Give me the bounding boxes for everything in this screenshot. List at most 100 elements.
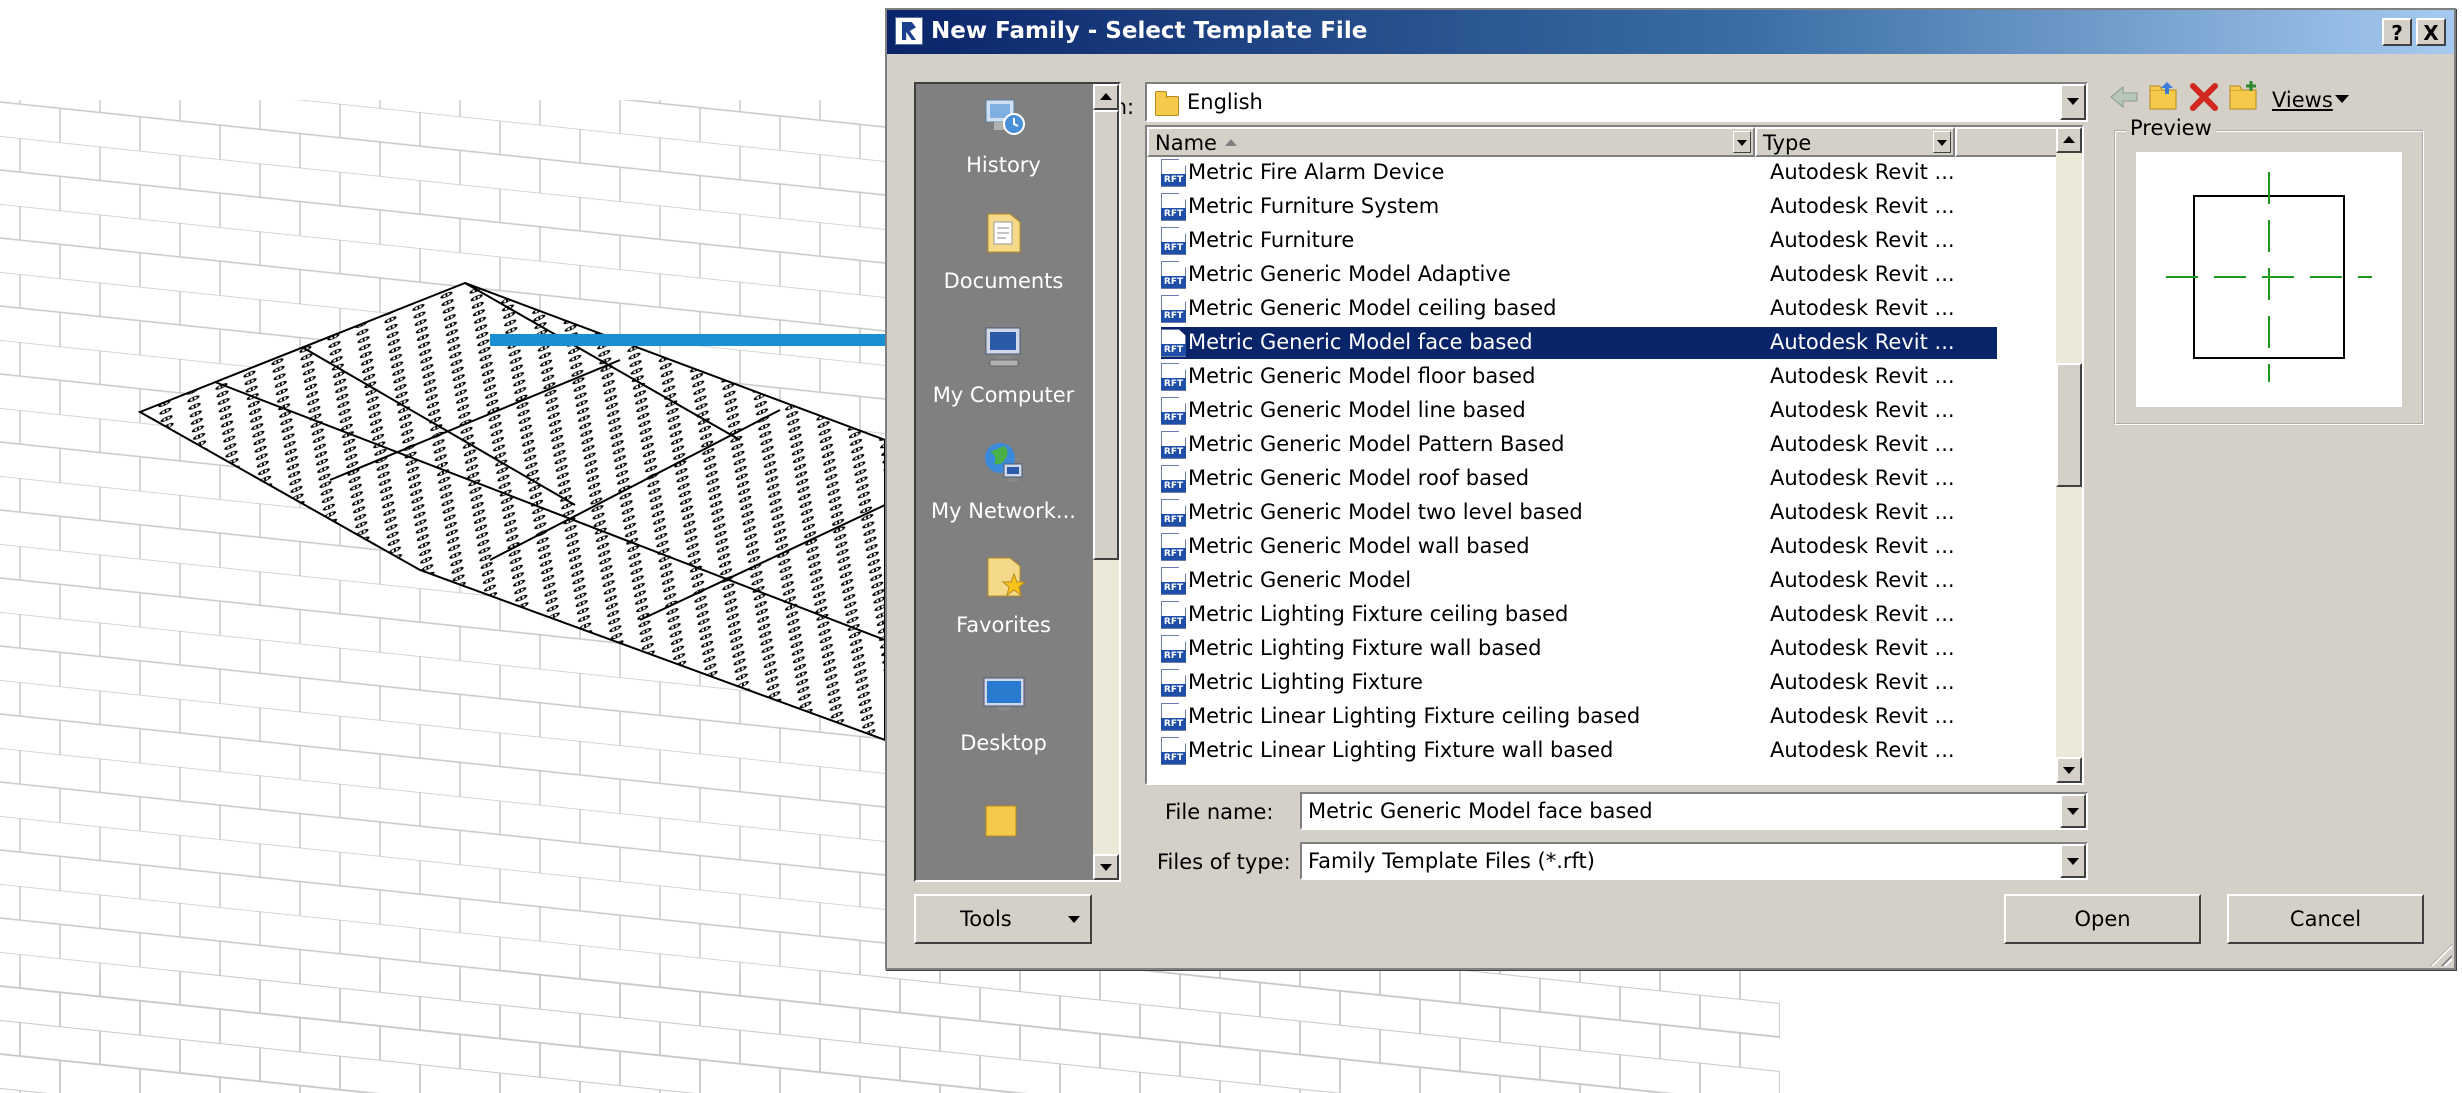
place-label: Favorites: [956, 613, 1051, 637]
file-row[interactable]: RFT Metric Generic Model Adaptive Autodesk…: [1161, 259, 1997, 291]
file-list[interactable]: Name Type RFT Metric Fire Alarm Device Aut…: [1145, 125, 2084, 785]
desktop-icon: [983, 677, 1024, 711]
column-header-type[interactable]: Type: [1755, 127, 1955, 157]
network-icon: [984, 443, 1022, 482]
name-filter-dropdown[interactable]: [1733, 131, 1751, 153]
type-filter-dropdown[interactable]: [1933, 131, 1951, 153]
help-button[interactable]: ?: [2382, 18, 2412, 46]
preview-label: Preview: [2126, 116, 2216, 140]
file-name-cell: Metric Furniture System: [1188, 194, 1440, 218]
place-partial[interactable]: [916, 794, 1091, 855]
look-in-combo[interactable]: English: [1145, 82, 2088, 122]
file-row[interactable]: RFT Metric Generic Model Autodesk Revit ..…: [1161, 565, 1997, 597]
file-name-cell: Metric Lighting Fixture ceiling based: [1188, 602, 1569, 626]
rft-file-icon: RFT: [1161, 363, 1186, 391]
place-my-computer[interactable]: My Computer: [916, 322, 1091, 407]
file-name-cell: Metric Generic Model Pattern Based: [1188, 432, 1565, 456]
file-name-cell: Metric Generic Model floor based: [1188, 364, 1536, 388]
file-row[interactable]: RFT Metric Generic Model floor based Autod…: [1161, 361, 1997, 393]
file-type-cell: Autodesk Revit ...: [1770, 364, 1955, 388]
up-folder-icon[interactable]: [2147, 80, 2181, 114]
file-row[interactable]: RFT Metric Fire Alarm Device Autodesk Revi…: [1161, 157, 1997, 189]
list-scroll-down-button[interactable]: [2056, 757, 2082, 783]
rft-file-icon: RFT: [1161, 737, 1186, 765]
file-row[interactable]: RFT Metric Generic Model line based Autode…: [1161, 395, 1997, 427]
scroll-thumb[interactable]: [1093, 110, 1119, 560]
list-scroll-thumb[interactable]: [2056, 363, 2082, 487]
back-arrow-icon[interactable]: [2107, 80, 2141, 114]
preview-image: [2166, 172, 2372, 382]
computer-icon: [985, 327, 1020, 367]
file-row[interactable]: RFT Metric Lighting Fixture Autodesk Revit…: [1161, 667, 1997, 699]
column-name-label: Name: [1155, 131, 1217, 155]
rft-file-icon: RFT: [1161, 669, 1186, 697]
list-scroll-up-button[interactable]: [2056, 127, 2082, 153]
file-row[interactable]: RFT Metric Linear Lighting Fixture wall b…: [1161, 735, 1997, 767]
revit-app-icon: [895, 17, 923, 45]
file-type-cell: Autodesk Revit ...: [1770, 194, 1955, 218]
new-family-dialog: New Family - Select Template File ? X Lo…: [885, 8, 2456, 970]
file-row[interactable]: RFT Metric Linear Lighting Fixture ceilin…: [1161, 701, 1997, 733]
file-row[interactable]: RFT Metric Generic Model roof based Autode…: [1161, 463, 1997, 495]
file-type-cell: Autodesk Revit ...: [1770, 568, 1955, 592]
folder-icon: [985, 805, 1016, 837]
sort-ascending-icon: [1225, 139, 1237, 146]
column-header-name[interactable]: Name: [1147, 127, 1755, 157]
favorites-icon: [987, 557, 1026, 597]
rft-file-icon: RFT: [1161, 703, 1186, 731]
places-bar: History Documents My Computer My Network…: [914, 82, 1121, 882]
file-list-scrollbar[interactable]: [2056, 127, 2082, 783]
look-in-dropdown-button[interactable]: [2060, 84, 2086, 120]
views-menu[interactable]: Views: [2272, 88, 2333, 112]
place-documents[interactable]: Documents: [916, 208, 1091, 293]
file-type-cell: Autodesk Revit ...: [1770, 466, 1955, 490]
rft-file-icon: RFT: [1161, 465, 1186, 493]
close-button[interactable]: X: [2416, 18, 2446, 46]
views-dropdown-icon[interactable]: [2335, 95, 2349, 103]
file-name-cell: Metric Furniture: [1188, 228, 1355, 252]
title-bar[interactable]: New Family - Select Template File ? X: [887, 10, 2454, 54]
place-desktop[interactable]: Desktop: [916, 670, 1091, 755]
file-row[interactable]: RFT Metric Lighting Fixture wall based Aut…: [1161, 633, 1997, 665]
file-row[interactable]: RFT Metric Furniture Autodesk Revit ...: [1161, 225, 1997, 257]
file-name-label: File name:: [1165, 800, 1274, 824]
place-history[interactable]: History: [916, 92, 1091, 177]
file-name-field[interactable]: Metric Generic Model face based: [1300, 792, 2088, 830]
file-row[interactable]: RFT Metric Generic Model face based Autode…: [1161, 327, 1997, 359]
rft-file-icon: RFT: [1161, 295, 1186, 323]
file-type-cell: Autodesk Revit ...: [1770, 330, 1955, 354]
file-row[interactable]: RFT Metric Generic Model Pattern Based Aut…: [1161, 429, 1997, 461]
dialog-title: New Family - Select Template File: [931, 18, 1368, 44]
tools-button[interactable]: Tools: [914, 894, 1092, 944]
file-type-value: Family Template Files (*.rft): [1308, 849, 1595, 873]
file-type-cell: Autodesk Revit ...: [1770, 296, 1955, 320]
scroll-down-button[interactable]: [1093, 854, 1119, 880]
place-my-network[interactable]: My Network...: [916, 438, 1091, 523]
places-scrollbar[interactable]: [1093, 84, 1119, 880]
place-label: My Network...: [931, 499, 1076, 523]
file-name-dropdown-button[interactable]: [2060, 794, 2086, 828]
resize-grip[interactable]: [2430, 944, 2452, 966]
file-type-cell: Autodesk Revit ...: [1770, 228, 1955, 252]
rft-file-icon: RFT: [1161, 635, 1186, 663]
new-folder-icon[interactable]: [2227, 80, 2261, 114]
file-row[interactable]: RFT Metric Generic Model two level based A…: [1161, 497, 1997, 529]
file-row[interactable]: RFT Metric Furniture System Autodesk Revit…: [1161, 191, 1997, 223]
file-type-cell: Autodesk Revit ...: [1770, 670, 1955, 694]
file-type-dropdown-button[interactable]: [2060, 844, 2086, 878]
history-icon: [985, 99, 1025, 135]
file-row[interactable]: RFT Metric Lighting Fixture ceiling based…: [1161, 599, 1997, 631]
open-button[interactable]: Open: [2004, 894, 2201, 944]
rft-file-icon: RFT: [1161, 261, 1186, 289]
scroll-up-button[interactable]: [1093, 84, 1119, 110]
rft-file-icon: RFT: [1161, 227, 1186, 255]
delete-icon[interactable]: [2187, 80, 2221, 114]
file-type-cell: Autodesk Revit ...: [1770, 432, 1955, 456]
cancel-button[interactable]: Cancel: [2227, 894, 2424, 944]
file-row[interactable]: RFT Metric Generic Model ceiling based Aut…: [1161, 293, 1997, 325]
place-favorites[interactable]: Favorites: [916, 552, 1091, 637]
file-name-cell: Metric Lighting Fixture wall based: [1188, 636, 1542, 660]
file-type-select[interactable]: Family Template Files (*.rft): [1300, 842, 2088, 880]
file-row[interactable]: RFT Metric Generic Model wall based Autode…: [1161, 531, 1997, 563]
column-header-blank: [1955, 127, 2061, 157]
